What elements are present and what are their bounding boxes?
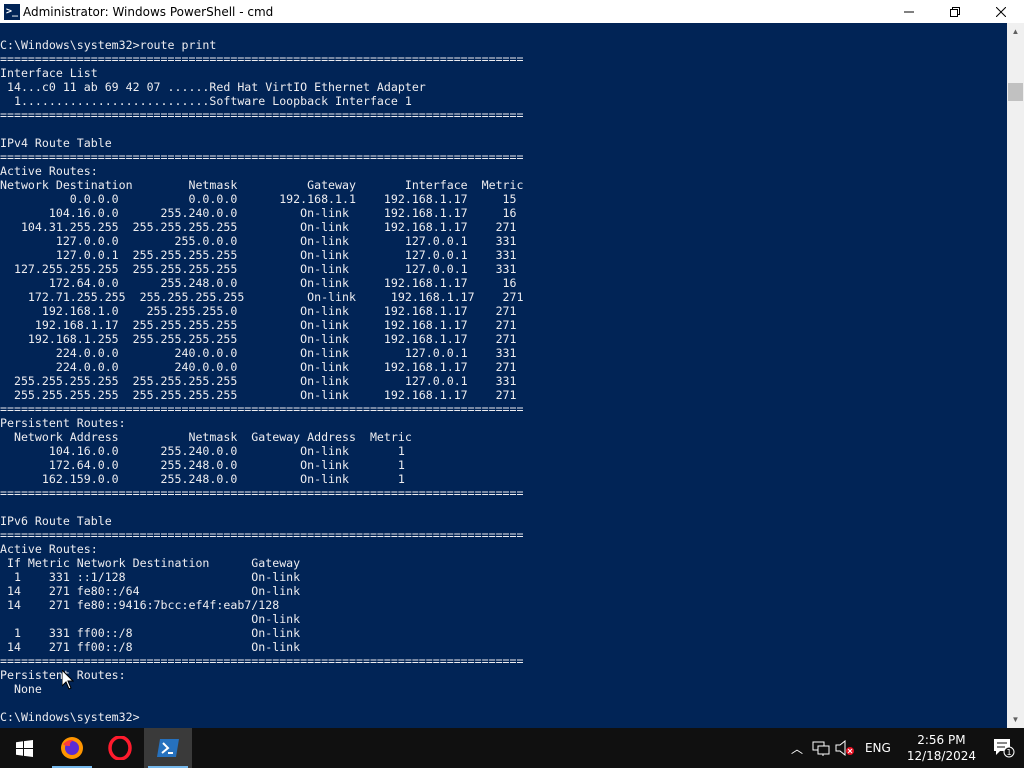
- vertical-scrollbar[interactable]: ▲ ▼: [1007, 23, 1024, 728]
- volume-muted-icon[interactable]: [833, 728, 857, 768]
- window-controls: [886, 0, 1024, 23]
- input-language-indicator[interactable]: ENG: [857, 728, 899, 768]
- powershell-icon: [157, 739, 179, 757]
- firefox-icon: [61, 737, 83, 759]
- action-center-button[interactable]: 1: [984, 728, 1024, 768]
- scrollbar-thumb[interactable]: [1008, 83, 1023, 101]
- taskbar: ︿ ENG 2:56 PM 12/18/2024 1: [0, 728, 1024, 768]
- powershell-icon[interactable]: >_: [4, 3, 20, 20]
- start-button[interactable]: [0, 728, 48, 768]
- close-icon: [996, 6, 1006, 17]
- show-hidden-icons-chevron-icon[interactable]: ︿: [785, 728, 809, 768]
- clock[interactable]: 2:56 PM 12/18/2024: [899, 732, 984, 764]
- scroll-down-arrow-icon[interactable]: ▼: [1007, 711, 1024, 728]
- mouse-cursor-icon: [62, 670, 74, 690]
- console-output[interactable]: C:\Windows\system32>route print ========…: [0, 23, 1007, 724]
- window-title: Administrator: Windows PowerShell - cmd: [23, 4, 274, 19]
- windows-logo-icon: [15, 739, 33, 757]
- system-tray: ︿ ENG 2:56 PM 12/18/2024 1: [785, 728, 1024, 768]
- network-icon[interactable]: [809, 728, 833, 768]
- minimize-button[interactable]: [886, 0, 932, 23]
- notification-icon: 1: [994, 739, 1015, 758]
- console-area[interactable]: C:\Windows\system32>route print ========…: [0, 23, 1007, 728]
- opera-icon: [108, 736, 132, 760]
- maximize-button[interactable]: [932, 0, 978, 23]
- clock-time: 2:56 PM: [917, 733, 966, 747]
- minimize-icon: [904, 11, 914, 12]
- scroll-up-arrow-icon[interactable]: ▲: [1007, 23, 1024, 40]
- restore-icon: [950, 6, 960, 17]
- clock-date: 12/18/2024: [906, 749, 976, 763]
- notification-count: 1: [1006, 748, 1011, 757]
- firefox-taskbar-button[interactable]: [48, 728, 96, 768]
- opera-taskbar-button[interactable]: [96, 728, 144, 768]
- powershell-taskbar-button[interactable]: [144, 728, 192, 768]
- title-bar[interactable]: >_ Administrator: Windows PowerShell - c…: [0, 0, 1024, 23]
- close-button[interactable]: [978, 0, 1024, 23]
